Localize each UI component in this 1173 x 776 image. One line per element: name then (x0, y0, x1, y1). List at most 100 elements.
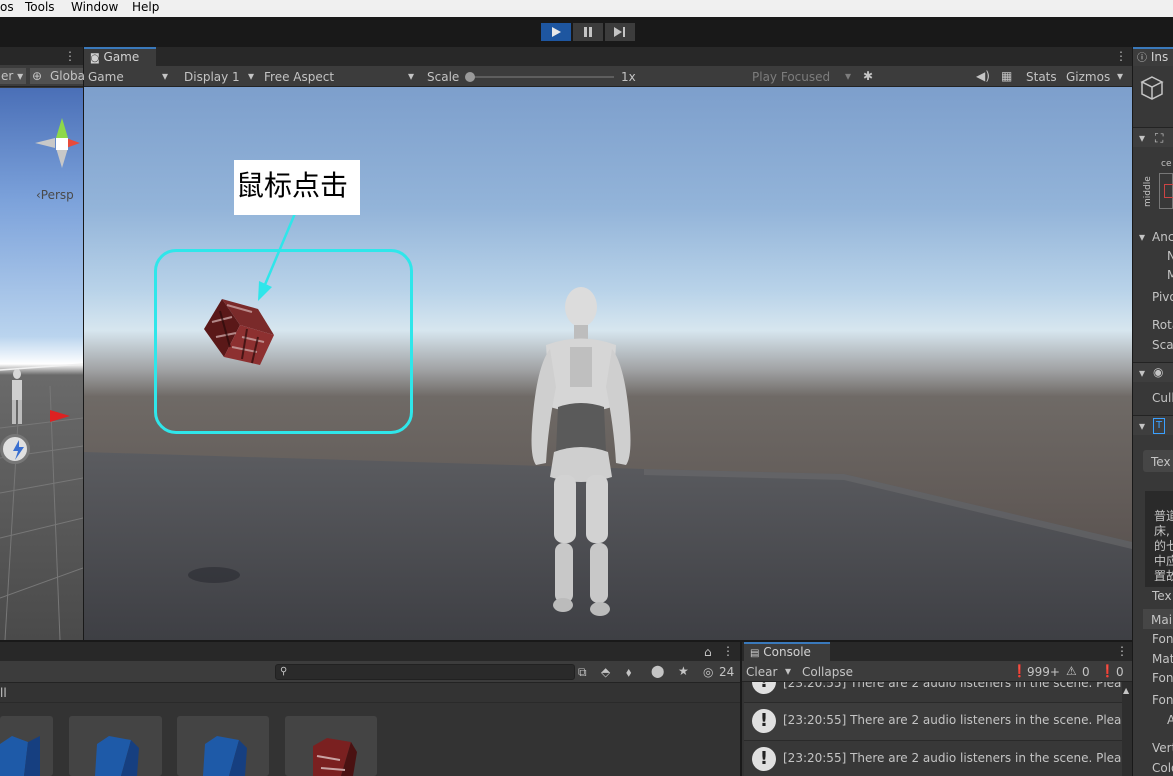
keyboard-icon[interactable]: ▦ (1001, 69, 1012, 83)
global-label: Globa (50, 69, 85, 83)
audio-mute-icon[interactable]: ◀) (976, 69, 990, 83)
asset-thumbnail[interactable] (0, 716, 53, 776)
anchor-preset-button[interactable] (1159, 173, 1173, 209)
project-panel: ⌂ ⋮ ⚲ ⧉ ⬘ ⬧ ⬤ ★ ◎ 24 ll (0, 642, 740, 776)
warning-icon: ❗ (1012, 664, 1027, 678)
breadcrumb: ll (0, 683, 740, 703)
error-count: 0 (1116, 665, 1124, 679)
warning-icon: ! (752, 709, 776, 733)
tab-game[interactable]: ◙ Game (84, 47, 156, 66)
aspect-label: Free Aspect (264, 70, 335, 84)
play-focused-label: Play Focused (752, 70, 831, 84)
filter-by-type-icon[interactable]: ⧉ (578, 665, 587, 679)
persp-label[interactable]: ‹Persp (36, 188, 74, 202)
warning-triangle-toggle[interactable]: ⚠ 0 (1064, 663, 1094, 680)
text-line: 置故 (1154, 569, 1173, 583)
scale-label: Scale (427, 70, 460, 84)
menu-item-tools[interactable]: Tools (25, 0, 55, 14)
asset-thumbnail[interactable] (177, 716, 269, 776)
scene-menu-icon[interactable]: ⋮ (64, 49, 76, 63)
tag-icon[interactable]: ⬧ (626, 665, 631, 679)
clear-button[interactable]: Clear (746, 665, 777, 679)
console-menu-icon[interactable]: ⋮ (1116, 644, 1128, 658)
hidden-count: 24 (719, 665, 735, 679)
star-icon[interactable]: ★ (678, 664, 689, 678)
bug-icon[interactable]: ✱ (863, 69, 873, 83)
scene-draw-mode-dropdown[interactable]: er ▾ (0, 68, 26, 84)
log-entry[interactable]: ! [23:20:55] There are 2 audio listeners… (744, 740, 1122, 776)
lock-icon[interactable]: ⌂ (704, 645, 712, 659)
main-settings-tab[interactable]: Mai (1143, 609, 1173, 629)
scroll-up-icon[interactable]: ▲ (1123, 684, 1129, 698)
text-tab-label: Tex (1151, 455, 1171, 469)
text-style-label: Tex (1152, 589, 1172, 603)
display-dropdown[interactable]: Display 1 ▾ (178, 68, 260, 85)
search-input[interactable]: ⚲ (275, 664, 575, 680)
anchor-min-label: N (1167, 249, 1173, 263)
annotation-text: 鼠标点击 (236, 169, 349, 202)
console-scrollbar[interactable]: ▲ (1122, 682, 1132, 776)
chevron-down-icon: ▾ (1139, 419, 1146, 433)
scale-slider[interactable] (465, 72, 614, 82)
tab-console[interactable]: ▤ Console (744, 642, 830, 661)
text-tab[interactable]: Tex (1143, 450, 1173, 472)
cull-label: Cull (1152, 391, 1173, 405)
game-menu-icon[interactable]: ⋮ (1115, 49, 1127, 63)
collapse-button[interactable]: Collapse (802, 665, 853, 679)
canvas-renderer-header[interactable]: ▾ ◉ (1133, 362, 1173, 382)
chevron-down-icon: ▾ (845, 69, 852, 83)
annotation-arrow-icon (258, 210, 298, 301)
project-menu-icon[interactable]: ⋮ (722, 644, 734, 658)
chevron-down-icon[interactable]: ▾ (785, 664, 791, 678)
menu-item-window[interactable]: Window (71, 0, 118, 14)
rect-transform-icon: ⛶ (1155, 131, 1164, 145)
global-toggle[interactable]: ⊕ Globa (30, 68, 85, 84)
game-mode-dropdown[interactable]: Game ▾ (84, 68, 174, 85)
annotation-label: 鼠标点击 (234, 160, 360, 215)
text-component-header[interactable]: ▾ T (1133, 415, 1173, 435)
asset-thumbnail[interactable] (69, 716, 162, 776)
log-message: [23:20:55] There are 2 audio listeners i… (783, 751, 1122, 765)
menu-item-help[interactable]: Help (132, 0, 159, 14)
warning-count-toggle[interactable]: ❗ 999+ (1010, 663, 1062, 680)
light-gizmo-icon[interactable] (0, 434, 30, 464)
warning-triangle-count: 0 (1082, 665, 1090, 679)
console-toolbar: Clear ▾ Collapse ❗ 999+ ⚠ 0 ❗ 0 (742, 661, 1132, 682)
globe-icon: ⊕ (32, 69, 43, 83)
play-button[interactable] (541, 23, 571, 41)
step-button[interactable] (605, 23, 635, 41)
menu-bar: os Tools Window Help (0, 0, 1173, 17)
scene-viewport[interactable]: ‹Persp (0, 88, 83, 640)
play-focused-dropdown[interactable]: Play Focused ▾ (748, 68, 858, 85)
asset-thumbnail-tnt[interactable] (285, 716, 377, 776)
game-viewport[interactable]: 鼠标点击 (84, 87, 1132, 640)
warning-filter-icon[interactable]: ⬤ (651, 664, 664, 678)
breadcrumb-item[interactable]: ll (0, 686, 7, 700)
anchor-center-label: ce (1161, 159, 1172, 169)
inspector-panel: ⓘ Ins ▾ ⛶ ce middle ▾ Anc N M Pivo Rota … (1133, 47, 1173, 776)
gizmos-button[interactable]: Gizmos (1066, 70, 1110, 84)
filter-by-label-icon[interactable]: ⬘ (601, 665, 610, 679)
console-log-list[interactable]: ! [23:20:55] There are 2 audio listeners… (742, 682, 1122, 776)
humanoid-character (531, 287, 631, 616)
scale-slider-handle[interactable] (465, 72, 475, 82)
anchors-label[interactable]: Anc (1152, 230, 1173, 244)
tab-inspector-label: Ins (1150, 50, 1169, 64)
pause-button[interactable] (573, 23, 603, 41)
log-entry[interactable]: ! [23:20:55] There are 2 audio listeners… (744, 682, 1122, 702)
text-content-area[interactable]: 普道 床, 的七 中应 置故 (1145, 491, 1173, 587)
play-toolbar (0, 17, 1173, 47)
anchor-max-label: M (1167, 268, 1173, 282)
chevron-down-icon[interactable]: ▾ (1117, 69, 1123, 83)
rect-transform-header[interactable]: ▾ ⛶ (1133, 127, 1173, 147)
visibility-icon[interactable]: ◎ (703, 665, 713, 679)
log-entry[interactable]: ! [23:20:55] There are 2 audio listeners… (744, 702, 1122, 740)
auto-size-label: A (1167, 713, 1173, 727)
stats-button[interactable]: Stats (1026, 70, 1057, 84)
error-count-toggle[interactable]: ❗ 0 (1098, 663, 1130, 680)
orientation-gizmo-icon[interactable] (30, 113, 82, 183)
menu-item-os[interactable]: os (0, 0, 14, 14)
color-label: Colo (1152, 761, 1173, 775)
tab-inspector[interactable]: ⓘ Ins (1133, 47, 1173, 66)
aspect-dropdown[interactable]: Free Aspect ▾ (260, 68, 420, 85)
